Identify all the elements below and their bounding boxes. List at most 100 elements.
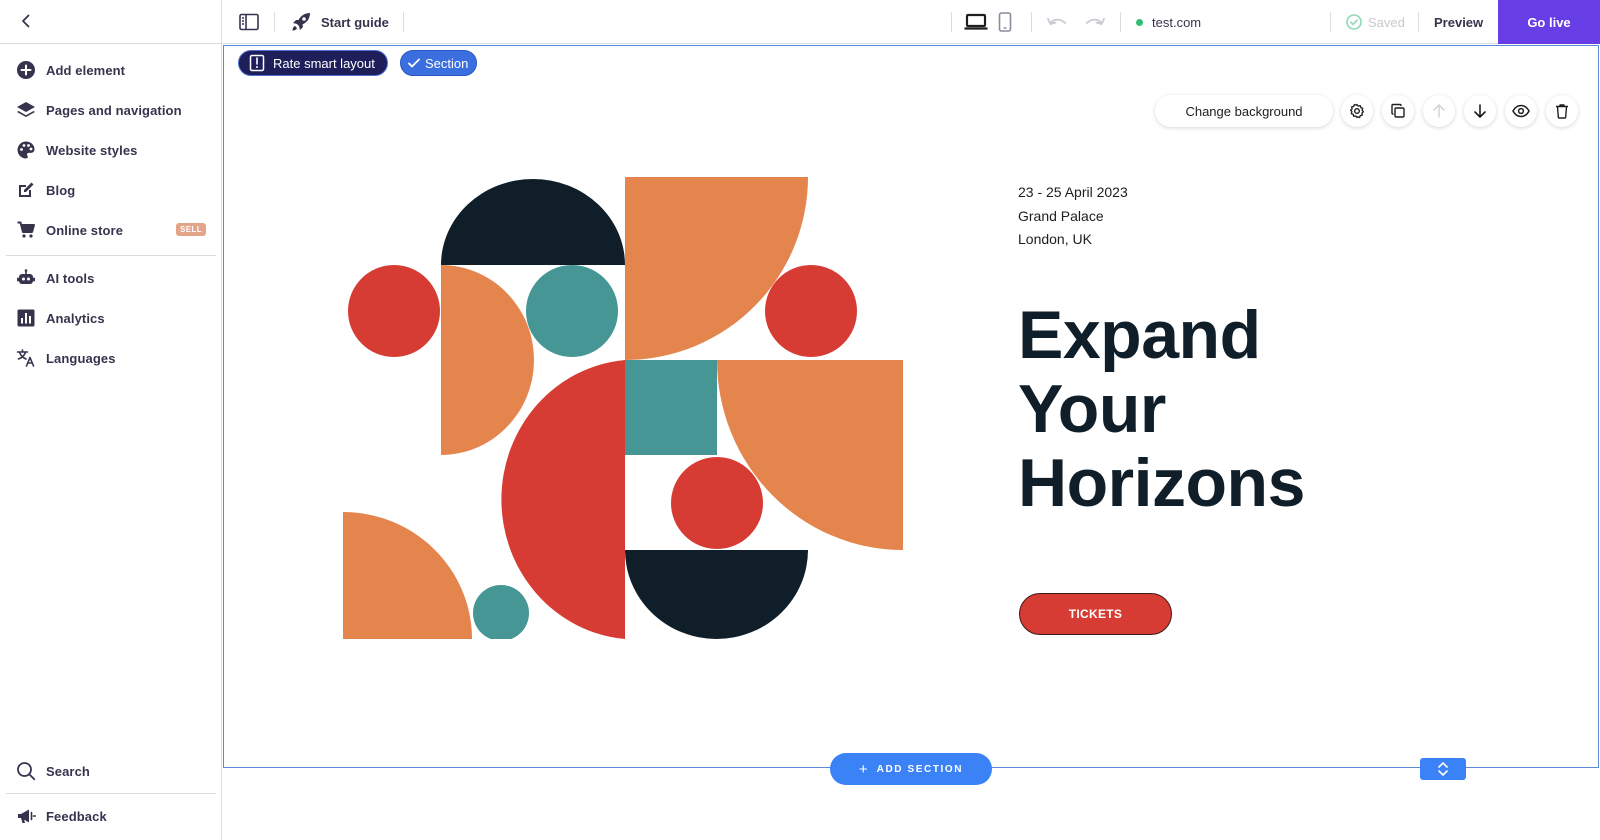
chevron-left-icon [22, 14, 30, 28]
arrow-down-icon [1474, 104, 1486, 118]
trash-icon [1556, 104, 1568, 119]
delete-section-button[interactable] [1546, 95, 1578, 127]
check-icon [408, 58, 420, 68]
search-icon [15, 760, 37, 782]
robot-icon [15, 267, 37, 289]
tickets-label: TICKETS [1068, 607, 1123, 621]
red-circle-middle [671, 457, 763, 549]
translate-icon [15, 347, 37, 369]
arrow-up-icon [1433, 104, 1445, 118]
edit-icon [15, 179, 37, 201]
start-guide-button[interactable]: Start guide [290, 0, 389, 44]
saved-status: Saved [1346, 0, 1405, 44]
divider [1120, 12, 1121, 32]
divider [6, 793, 216, 794]
sidebar-item-ai-tools[interactable]: AI tools [0, 258, 222, 298]
phone-icon [998, 12, 1012, 32]
event-city: London, UK [1018, 231, 1092, 247]
bar-chart-icon [15, 307, 37, 329]
sidebar-item-search[interactable]: Search [0, 751, 222, 791]
site-url[interactable]: test.com [1136, 0, 1201, 44]
palette-icon [15, 139, 37, 161]
sidebar-item-label: AI tools [46, 270, 95, 286]
sidebar-item-label: Website styles [46, 142, 138, 158]
headline-line-3: Horizons [1018, 445, 1305, 521]
duplicate-button[interactable] [1382, 95, 1414, 127]
teal-circle [526, 265, 618, 357]
plus-circle-icon [15, 59, 37, 81]
megaphone-icon [15, 805, 37, 827]
sidebar-item-label: Pages and navigation [46, 102, 182, 118]
event-info[interactable]: 23 - 25 April 2023 Grand Palace London, … [1018, 181, 1128, 252]
preview-label: Preview [1434, 14, 1484, 30]
rocket-icon [292, 13, 310, 31]
go-live-label: Go live [1527, 14, 1571, 30]
teal-circle-small [473, 585, 529, 639]
orange-half-circle [441, 265, 534, 455]
divider [951, 12, 952, 32]
divider [0, 43, 222, 44]
layers-icon [15, 99, 37, 121]
settings-button[interactable] [1341, 95, 1373, 127]
section-label: Section [425, 55, 469, 71]
divider [274, 12, 275, 32]
divider [1031, 12, 1032, 32]
teal-square [625, 360, 717, 455]
change-background-button[interactable]: Change background [1155, 95, 1333, 127]
resize-vertical-icon [1438, 762, 1448, 776]
orange-quarter-bottom [343, 512, 472, 639]
headline-line-2: Your [1018, 371, 1166, 447]
navy-semicircle-top [441, 179, 625, 265]
undo-icon [1047, 18, 1066, 25]
sidebar-item-label: Search [46, 763, 90, 779]
go-live-button[interactable]: Go live [1498, 0, 1600, 44]
sidebar-item-add-element[interactable]: Add element [0, 50, 222, 90]
red-circle-right [765, 265, 857, 357]
divider [6, 255, 216, 256]
move-down-button[interactable] [1464, 95, 1496, 127]
undo-button[interactable] [1046, 0, 1068, 44]
divider [1330, 12, 1331, 32]
change-background-label: Change background [1185, 103, 1303, 119]
hero-headline[interactable]: Expand Your Horizons [1018, 298, 1305, 520]
headline-line-1: Expand [1018, 297, 1261, 373]
event-date: 23 - 25 April 2023 [1018, 184, 1128, 200]
sidebar-item-analytics[interactable]: Analytics [0, 298, 222, 338]
tickets-button[interactable]: TICKETS [1019, 593, 1172, 635]
rate-smart-layout-button[interactable]: Rate smart layout [238, 50, 388, 76]
sidebar-item-website-styles[interactable]: Website styles [0, 130, 222, 170]
back-button[interactable] [14, 9, 38, 33]
hero-geometric-artwork[interactable] [343, 177, 903, 639]
sidebar-item-label: Feedback [46, 808, 107, 824]
add-section-button[interactable]: + ADD SECTION [830, 753, 992, 785]
layout-icon [249, 54, 265, 72]
section-resize-handle[interactable] [1420, 758, 1466, 780]
hide-section-button[interactable] [1505, 95, 1537, 127]
sidebar-item-online-store[interactable]: Online store SELL [0, 210, 222, 250]
sidebar-item-languages[interactable]: Languages [0, 338, 222, 378]
red-circle-left [348, 265, 440, 357]
sidebar-item-blog[interactable]: Blog [0, 170, 222, 210]
toggle-sidebar-button[interactable] [239, 0, 259, 44]
site-url-label: test.com [1152, 14, 1202, 30]
add-section-label: ADD SECTION [876, 763, 964, 775]
sidebar-item-label: Blog [46, 182, 76, 198]
sidebar-item-label: Add element [46, 62, 126, 78]
navy-semicircle-bottom [625, 550, 808, 639]
status-dot-icon [1136, 18, 1143, 26]
redo-icon [1086, 18, 1105, 25]
sidebar-item-label: Languages [46, 350, 116, 366]
move-up-button[interactable] [1423, 95, 1455, 127]
preview-button[interactable]: Preview [1434, 0, 1483, 44]
desktop-view-button[interactable] [964, 0, 988, 44]
redo-button[interactable] [1084, 0, 1106, 44]
saved-label: Saved [1368, 14, 1405, 30]
sidebar-item-feedback[interactable]: Feedback [0, 796, 222, 836]
sell-badge: SELL [175, 223, 206, 236]
sidebar-item-pages-navigation[interactable]: Pages and navigation [0, 90, 222, 130]
divider [403, 12, 404, 32]
check-circle-icon [1346, 14, 1362, 30]
mobile-view-button[interactable] [998, 0, 1012, 44]
section-label-pill[interactable]: Section [400, 50, 478, 76]
gear-icon [1349, 103, 1365, 119]
